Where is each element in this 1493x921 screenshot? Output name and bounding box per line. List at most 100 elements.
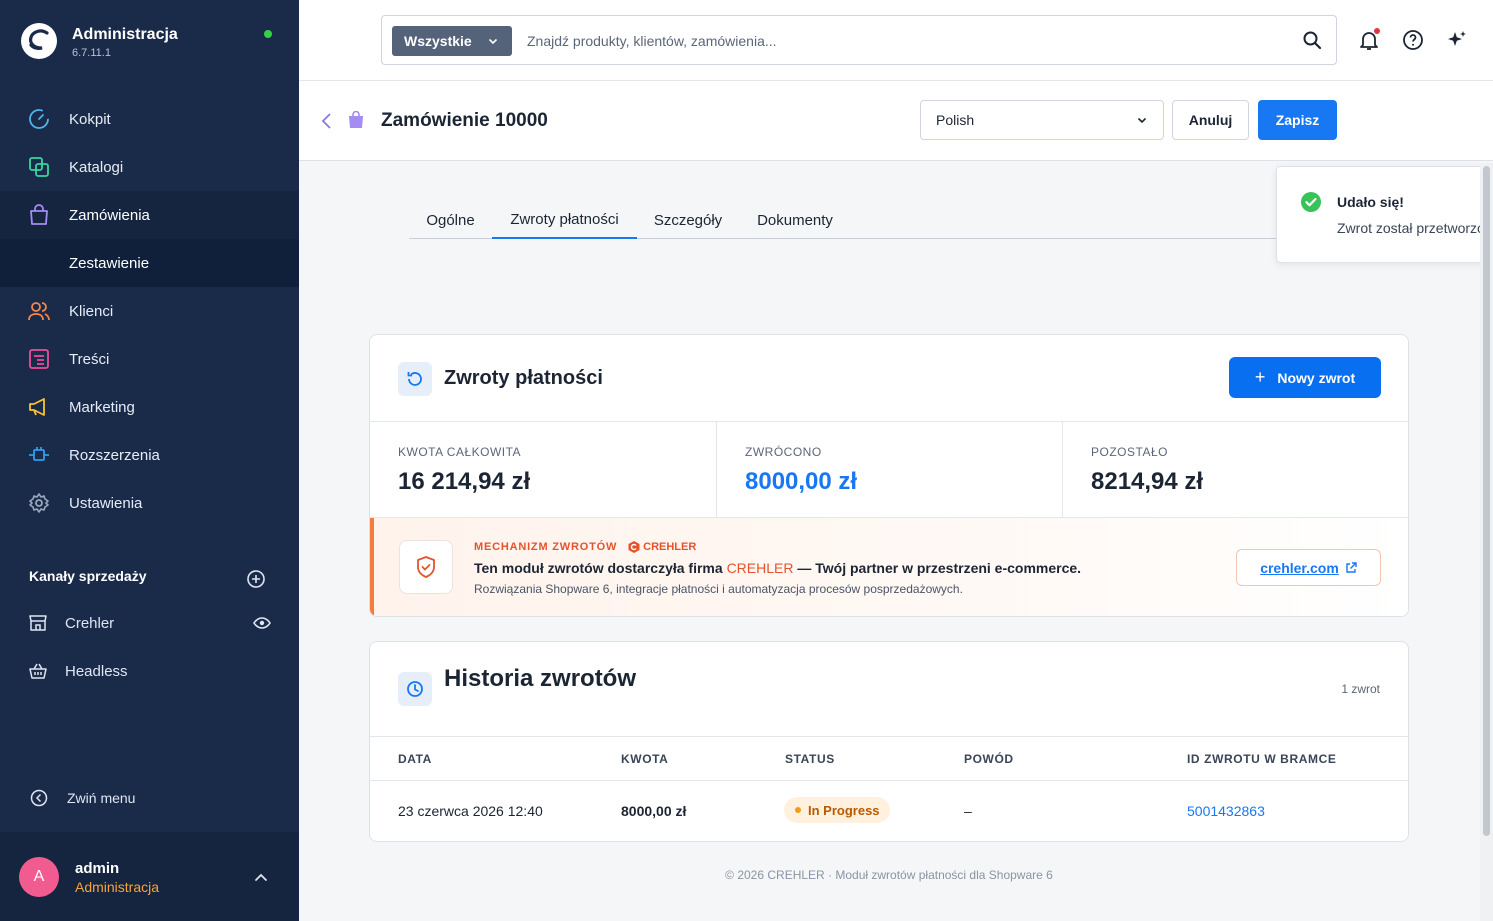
stat-value: 16 214,94 zł: [398, 468, 531, 495]
sales-channel-headless[interactable]: Headless: [0, 649, 299, 693]
new-refund-label: Nowy zwrot: [1277, 369, 1356, 386]
user-name: admin: [75, 860, 120, 877]
refunds-title: Zwroty płatności: [444, 367, 603, 389]
nav-item-marketing[interactable]: Marketing: [0, 383, 299, 431]
status-badge: In Progress: [784, 797, 890, 823]
crehler-link[interactable]: crehler.com: [1236, 549, 1381, 586]
nav-item-katalogi[interactable]: Katalogi: [0, 143, 299, 191]
column-header: STATUS: [785, 752, 835, 766]
plus-icon: +: [1254, 367, 1266, 387]
nav-item-rozszerzenia[interactable]: Rozszerzenia: [0, 431, 299, 479]
crehler-promo-banner: MECHANIZM ZWROTÓW CREHLER Ten moduł zwro…: [370, 518, 1408, 616]
crehler-logo-icon: [628, 541, 640, 553]
stat-value: 8214,94 zł: [1091, 468, 1204, 495]
language-value: Polish: [936, 112, 975, 128]
page-header: Zamówienie 10000 Polish Anuluj Zapisz: [299, 81, 1493, 161]
nav-sub-item-zestawienie[interactable]: Zestawienie: [0, 239, 299, 287]
tab-szczegoly[interactable]: Szczegóły: [637, 201, 739, 239]
user-menu[interactable]: A admin Administracja: [0, 832, 299, 921]
nav-label: Zamówienia: [69, 206, 150, 224]
orders-bag-icon: [28, 204, 50, 226]
refund-amount: 8000,00 zł: [621, 803, 687, 819]
nav-item-kokpit[interactable]: Kokpit: [0, 95, 299, 143]
content-icon: [28, 348, 50, 370]
sales-channel-label: Headless: [65, 662, 128, 680]
gateway-refund-id-link[interactable]: 5001432863: [1187, 803, 1265, 819]
search-icon[interactable]: [1302, 30, 1322, 50]
sales-channel-label: Crehler: [65, 614, 115, 632]
shield-check-icon: [399, 540, 453, 594]
extensions-plug-icon: [28, 444, 50, 466]
dashboard-icon: [28, 108, 50, 130]
promo-headline: Ten moduł zwrotów dostarczyła firma CREH…: [474, 560, 1081, 576]
tab-dokumenty[interactable]: Dokumenty: [739, 201, 851, 239]
check-circle-icon: [1301, 192, 1321, 212]
catalog-icon: [28, 156, 50, 178]
stat-label: KWOTA CAŁKOWITA: [398, 445, 522, 459]
search-type-dropdown[interactable]: Wszystkie: [392, 26, 512, 56]
table-row[interactable]: 23 czerwca 2026 12:40 8000,00 zł In Prog…: [370, 781, 1408, 841]
promo-headline-brand: CREHLER: [726, 560, 794, 576]
add-sales-channel-icon[interactable]: [246, 569, 266, 589]
nav-item-zamowienia[interactable]: Zamówienia: [0, 191, 299, 239]
nav-label: Rozszerzenia: [69, 446, 160, 464]
search-input[interactable]: [527, 26, 1287, 56]
success-toast[interactable]: Udało się! Zwrot został przetworzo: [1276, 166, 1493, 263]
column-header: KWOTA: [621, 752, 669, 766]
toast-title: Udało się!: [1337, 194, 1404, 210]
nav-item-klienci[interactable]: Klienci: [0, 287, 299, 335]
stat-total: KWOTA CAŁKOWITA 16 214,94 zł: [370, 422, 717, 519]
promo-kicker-text: MECHANIZM ZWROTÓW: [474, 541, 618, 553]
top-bar: Wszystkie: [299, 0, 1493, 81]
page-footer: © 2026 CREHLER · Moduł zwrotów płatności…: [725, 868, 1053, 882]
nav-label: Kokpit: [69, 110, 111, 128]
stat-refunded: ZWRÓCONO 8000,00 zł: [716, 422, 1063, 519]
refund-history-card: Historia zwrotów 1 zwrot DATA KWOTA STAT…: [369, 641, 1409, 842]
brand[interactable]: Administracja 6.7.11.1: [20, 22, 280, 66]
tab-zwroty-platnosci[interactable]: Zwroty płatności: [492, 201, 637, 239]
nav-label: Treści: [69, 350, 110, 368]
stat-label: ZWRÓCONO: [745, 445, 822, 459]
promo-kicker: MECHANIZM ZWROTÓW CREHLER: [474, 540, 696, 554]
save-button[interactable]: Zapisz: [1258, 100, 1337, 140]
user-role: Administracja: [75, 879, 160, 895]
ai-sparkles-icon[interactable]: [1445, 28, 1469, 52]
nav-item-tresci[interactable]: Treści: [0, 335, 299, 383]
sidebar: Administracja 6.7.11.1 Kokpit Katalogi Z…: [0, 0, 299, 921]
avatar: A: [19, 857, 59, 897]
eye-icon[interactable]: [253, 614, 271, 632]
nav-item-ustawienia[interactable]: Ustawienia: [0, 479, 299, 527]
external-link-icon: [1346, 561, 1357, 573]
collapse-menu-button[interactable]: Zwiń menu: [30, 789, 135, 807]
back-chevron-icon[interactable]: [319, 111, 335, 131]
cancel-button[interactable]: Anuluj: [1172, 100, 1249, 140]
sales-channels-heading: Kanały sprzedaży: [29, 568, 147, 584]
promo-headline-pre: Ten moduł zwrotów dostarczyła firma: [474, 560, 727, 576]
language-select[interactable]: Polish: [920, 100, 1164, 140]
clock-icon: [398, 672, 432, 706]
nav-label: Marketing: [69, 398, 135, 416]
help-question-icon[interactable]: [1401, 28, 1425, 52]
new-refund-button[interactable]: + Nowy zwrot: [1229, 357, 1381, 398]
collapse-menu-label: Zwiń menu: [67, 790, 136, 806]
refund-reason: –: [964, 803, 972, 819]
shopware-logo-icon: [21, 23, 57, 59]
nav-label: Katalogi: [69, 158, 124, 176]
promo-headline-post: — Twój partner w przestrzeni e-commerce.: [793, 560, 1082, 576]
order-tabs: Ogólne Zwroty płatności Szczegóły Dokume…: [409, 201, 1314, 239]
search-type-label: Wszystkie: [404, 33, 472, 49]
crehler-link-label: crehler.com: [1260, 559, 1339, 576]
scrollbar-thumb[interactable]: [1483, 166, 1490, 836]
status-online-dot: [264, 30, 272, 38]
nav-label: Klienci: [69, 302, 114, 320]
chevron-up-icon[interactable]: [253, 870, 269, 886]
sales-channel-crehler[interactable]: Crehler: [0, 601, 299, 645]
settings-gear-icon: [28, 492, 50, 514]
refund-stats: KWOTA CAŁKOWITA 16 214,94 zł ZWRÓCONO 80…: [370, 421, 1408, 519]
chevron-down-icon: [488, 38, 498, 45]
history-table-header: DATA KWOTA STATUS POWÓD ID ZWROTU W BRAM…: [370, 736, 1408, 781]
tab-ogolne[interactable]: Ogólne: [409, 201, 492, 239]
global-search: Wszystkie: [381, 15, 1337, 65]
column-header: DATA: [398, 752, 432, 766]
refund-date: 23 czerwca 2026 12:40: [398, 803, 543, 819]
